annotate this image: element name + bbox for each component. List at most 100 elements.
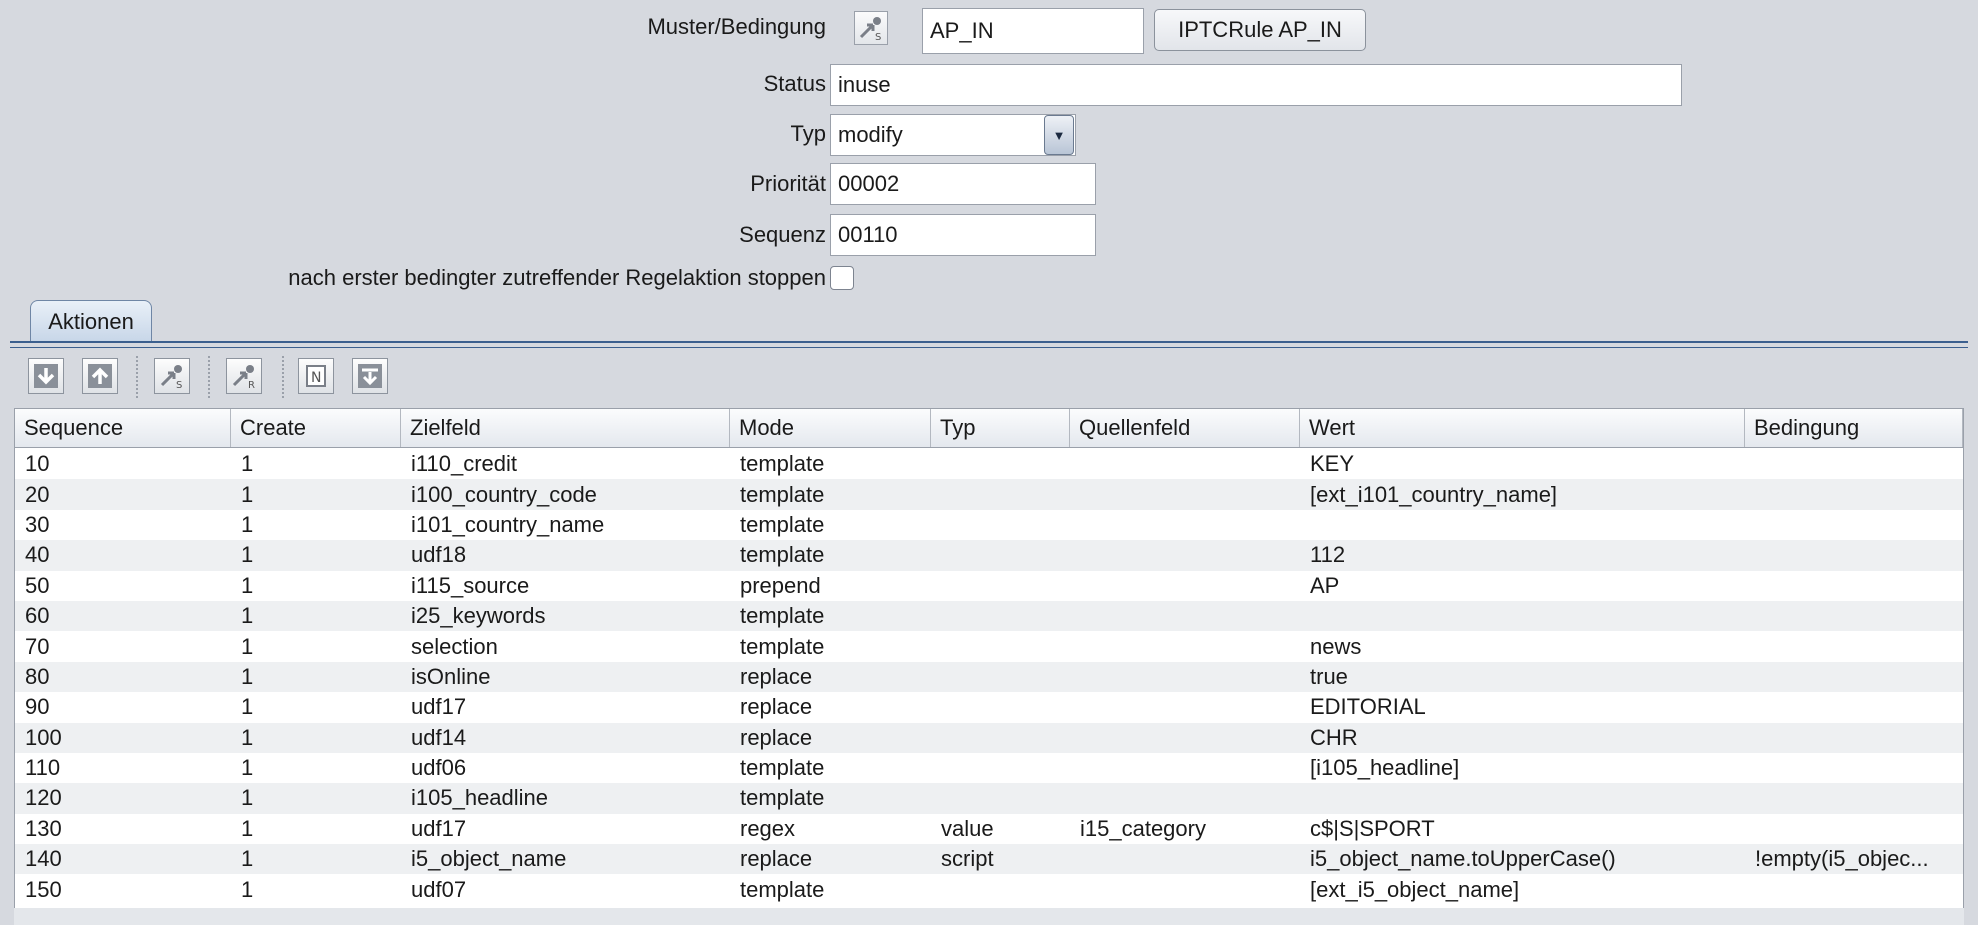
column-header-zielfeld[interactable]: Zielfeld [401,409,730,447]
cell-bedingung [1745,753,1963,783]
cell-sequence: 10 [25,451,50,477]
status-input[interactable]: inuse [830,64,1682,106]
pattern-input[interactable]: AP_IN [922,8,1144,54]
cell-wert: true [1310,663,1348,689]
script-s-icon[interactable]: S [154,358,190,394]
cell-mode: template [740,603,825,629]
cell-mode: regex [740,815,796,841]
priority-input[interactable]: 00002 [830,163,1096,205]
column-header-sequence[interactable]: Sequence [15,409,231,447]
cell-typ [931,631,1070,661]
toolbar-separator [136,356,138,398]
table-row[interactable]: 110 1 udf06 template [i105_headline] [15,753,1963,783]
status-label: Status [763,71,826,96]
cell-create: 1 [241,451,254,477]
tab-divider-inner [10,347,1968,348]
cell-create: 1 [241,603,254,629]
cell-zielfeld: i115_source [411,572,530,598]
cell-wert: i5_object_name.toUpperCase() [1310,846,1616,872]
cell-zielfeld: i101_country_name [411,511,605,537]
script-s-icon[interactable]: S [854,11,888,45]
svg-text:S: S [176,380,182,389]
cell-bedingung: !empty(i5_objec... [1755,846,1929,872]
cell-sequence: 50 [25,572,50,598]
table-row[interactable]: 30 1 i101_country_name template [15,510,1963,540]
script-r-icon[interactable]: R [226,358,262,394]
move-up-icon[interactable] [82,358,118,394]
cell-bedingung [1745,510,1963,540]
table-row[interactable]: 60 1 i25_keywords template [15,600,1963,632]
table-header: Sequence Create Zielfeld Mode Typ Quelle… [15,409,1963,448]
cell-create: 1 [241,511,254,537]
column-header-quellenfeld[interactable]: Quellenfeld [1070,409,1300,447]
move-down-icon[interactable] [28,358,64,394]
cell-quellenfeld [1070,783,1300,813]
table-row[interactable]: 20 1 i100_country_code template [ext_i101_co… [15,479,1963,510]
cell-zielfeld: selection [411,633,498,659]
cell-typ [931,783,1070,813]
table-row[interactable]: 150 1 udf07 template [ext_i5_object_name] [15,874,1963,904]
table-row[interactable]: 70 1 selection template news [15,631,1963,661]
toolbar-separator [282,356,284,398]
cell-wert: news [1310,633,1362,659]
cell-create: 1 [241,694,254,720]
cell-typ [931,723,1070,753]
cell-mode: template [740,481,825,507]
cell-quellenfeld [1070,631,1300,661]
table-row[interactable]: 50 1 i115_source prepend AP [15,571,1963,601]
tab-aktionen[interactable]: Aktionen [30,300,152,342]
cell-create: 1 [241,542,254,568]
cell-sequence: 90 [25,694,50,720]
cell-wert: 112 [1310,542,1346,568]
cell-create: 1 [241,663,254,689]
cell-zielfeld: i100_country_code [411,481,597,507]
table-row[interactable]: 10 1 i110_credit template KEY [15,449,1963,479]
cell-typ [931,692,1070,722]
iptc-rule-button[interactable]: IPTCRule AP_IN [1154,9,1366,51]
actions-table[interactable]: Sequence Create Zielfeld Mode Typ Quelle… [14,408,1964,925]
cell-wert: c$|S|SPORT [1310,815,1435,841]
cell-zielfeld: udf17 [411,694,467,720]
type-select[interactable]: modify [830,114,1076,156]
tab-divider [10,341,1968,343]
cell-quellenfeld [1070,723,1300,753]
new-document-icon[interactable]: N [298,358,334,394]
table-row[interactable]: 40 1 udf18 template 112 [15,540,1963,571]
cell-zielfeld: udf14 [411,724,467,750]
table-row[interactable]: 80 1 isOnline replace true [15,661,1963,693]
table-row[interactable]: 90 1 udf17 replace EDITORIAL [15,692,1963,722]
cell-wert: CHR [1310,724,1358,750]
cell-quellenfeld [1070,449,1300,479]
sequence-input[interactable]: 00110 [830,214,1096,256]
type-label: Typ [790,121,826,146]
cell-bedingung [1745,814,1963,844]
table-row[interactable]: 120 1 i105_headline template [15,783,1963,814]
insert-icon[interactable] [352,358,388,394]
chevron-down-icon[interactable]: ▼ [1044,115,1074,155]
column-header-mode[interactable]: Mode [730,409,931,447]
cell-quellenfeld [1070,540,1300,570]
column-header-typ[interactable]: Typ [931,409,1070,447]
cell-typ: script [941,846,994,872]
cell-bedingung [1745,479,1963,509]
cell-sequence: 110 [25,755,61,781]
cell-quellenfeld [1070,601,1300,631]
table-row[interactable]: 140 1 i5_object_name replace script i5_object… [15,844,1963,875]
svg-text:R: R [248,380,255,389]
cell-quellenfeld [1070,753,1300,783]
column-header-bedingung[interactable]: Bedingung [1745,409,1963,447]
cell-sequence: 150 [25,876,62,902]
stop-after-first-checkbox[interactable] [830,266,854,290]
cell-create: 1 [241,481,254,507]
cell-bedingung [1745,631,1963,661]
cell-bedingung [1745,874,1963,904]
combo-arrow-glyph: ▼ [1052,127,1066,143]
cell-quellenfeld [1070,571,1300,601]
cell-typ [931,510,1070,540]
column-header-wert[interactable]: Wert [1300,409,1745,447]
table-row[interactable]: 100 1 udf14 replace CHR [15,722,1963,753]
column-header-create[interactable]: Create [231,409,401,447]
table-row[interactable]: 130 1 udf17 regex value i15_category c$|S|SPOR… [15,814,1963,844]
cell-typ [931,449,1070,479]
cell-mode: replace [740,724,813,750]
